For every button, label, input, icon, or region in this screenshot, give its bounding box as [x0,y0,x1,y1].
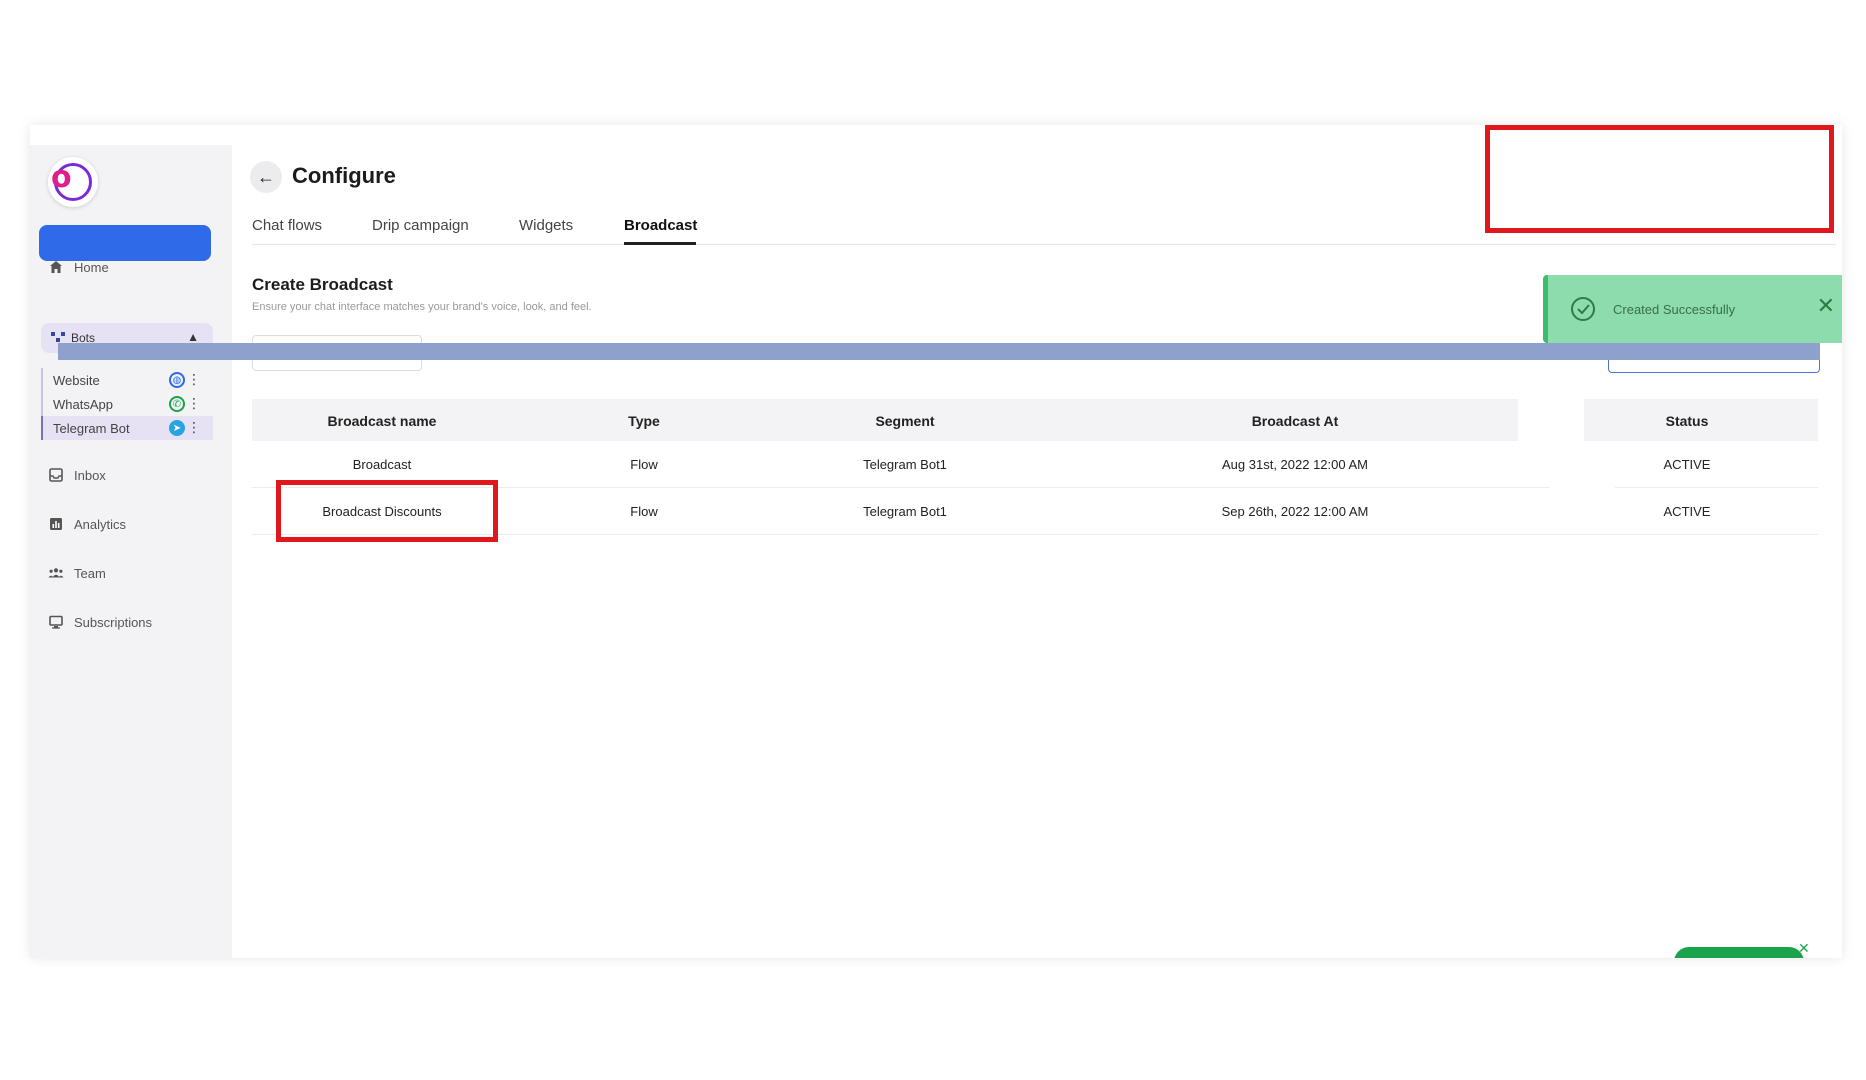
active-tab-indicator [624,242,696,245]
column-header[interactable]: Status [1666,413,1709,429]
toast-message: Created Successfully [1613,302,1736,317]
section-subtitle: Ensure your chat interface matches your … [252,301,592,313]
cell-segment: Telegram Bot1 [863,457,947,472]
home-icon [48,259,64,275]
success-toast: Created Successfully ✕ [1543,275,1842,343]
sidebar: o Home Bots ▲ Website ◍ ⋮ WhatsApp ✆ ⋮ T… [30,145,232,958]
whatsapp-icon: ✆ [169,396,185,412]
table-header: Broadcast name Type Segment Broadcast At… [252,399,1818,441]
column-header[interactable]: Segment [875,413,934,429]
tab-chat-flows[interactable]: Chat flows [252,217,322,234]
column-header[interactable]: Type [628,413,660,429]
check-circle-icon [1571,297,1595,321]
column-header[interactable]: Broadcast name [328,413,437,429]
telegram-icon: ➤ [169,420,185,436]
cell-broadcast-at: Sep 26th, 2022 12:00 AM [1221,504,1369,519]
cell-type: Flow [630,457,658,472]
globe-icon: ◍ [169,372,185,388]
sidebar-subitem-label: WhatsApp [53,396,113,412]
column-header[interactable]: Broadcast At [1252,413,1339,429]
app-logo[interactable]: o [48,157,98,207]
arrow-left-icon: ← [257,166,275,187]
sidebar-subitem-label: Telegram Bot [53,420,130,436]
cell-broadcast-at: Aug 31st, 2022 12:00 AM [1222,457,1368,472]
highlight-box-toast [1485,125,1834,233]
cell-segment: Telegram Bot1 [863,504,947,519]
more-options-icon[interactable]: ⋮ [187,395,201,411]
tab-drip-campaign[interactable]: Drip campaign [372,217,469,234]
sidebar-subitem-label: Website [53,372,100,388]
cell-status: ACTIVE [1663,504,1711,519]
sidebar-item-home[interactable]: Home [48,257,109,277]
tab-broadcast[interactable]: Broadcast [624,217,697,234]
more-options-icon[interactable]: ⋮ [187,371,201,387]
chevron-up-icon[interactable]: ▲ [187,330,199,344]
cell-broadcast-name: Broadcast [352,457,412,472]
highlight-box-broadcast-discounts [276,480,498,542]
sidebar-item-label: Home [74,259,109,275]
close-icon[interactable]: ✕ [1798,940,1810,957]
back-button[interactable]: ← [250,161,282,193]
cell-status: ACTIVE [1663,457,1711,472]
close-icon[interactable]: ✕ [1817,295,1835,317]
cell-type: Flow [630,504,658,519]
sidebar-primary-button[interactable] [39,225,211,261]
overlay-bar [58,343,1820,360]
page-title: Configure [292,163,396,188]
sidebar-subitem-telegram-bot[interactable]: Telegram Bot ➤ ⋮ [41,416,213,440]
sidebar-subitem-website[interactable]: Website ◍ ⋮ [41,368,213,392]
more-options-icon[interactable]: ⋮ [187,419,201,435]
tab-widgets[interactable]: Widgets [519,217,573,234]
section-title: Create Broadcast [252,275,393,294]
sidebar-subitem-whatsapp[interactable]: WhatsApp ✆ ⋮ [41,392,213,416]
chat-widget-button[interactable] [1674,947,1804,958]
